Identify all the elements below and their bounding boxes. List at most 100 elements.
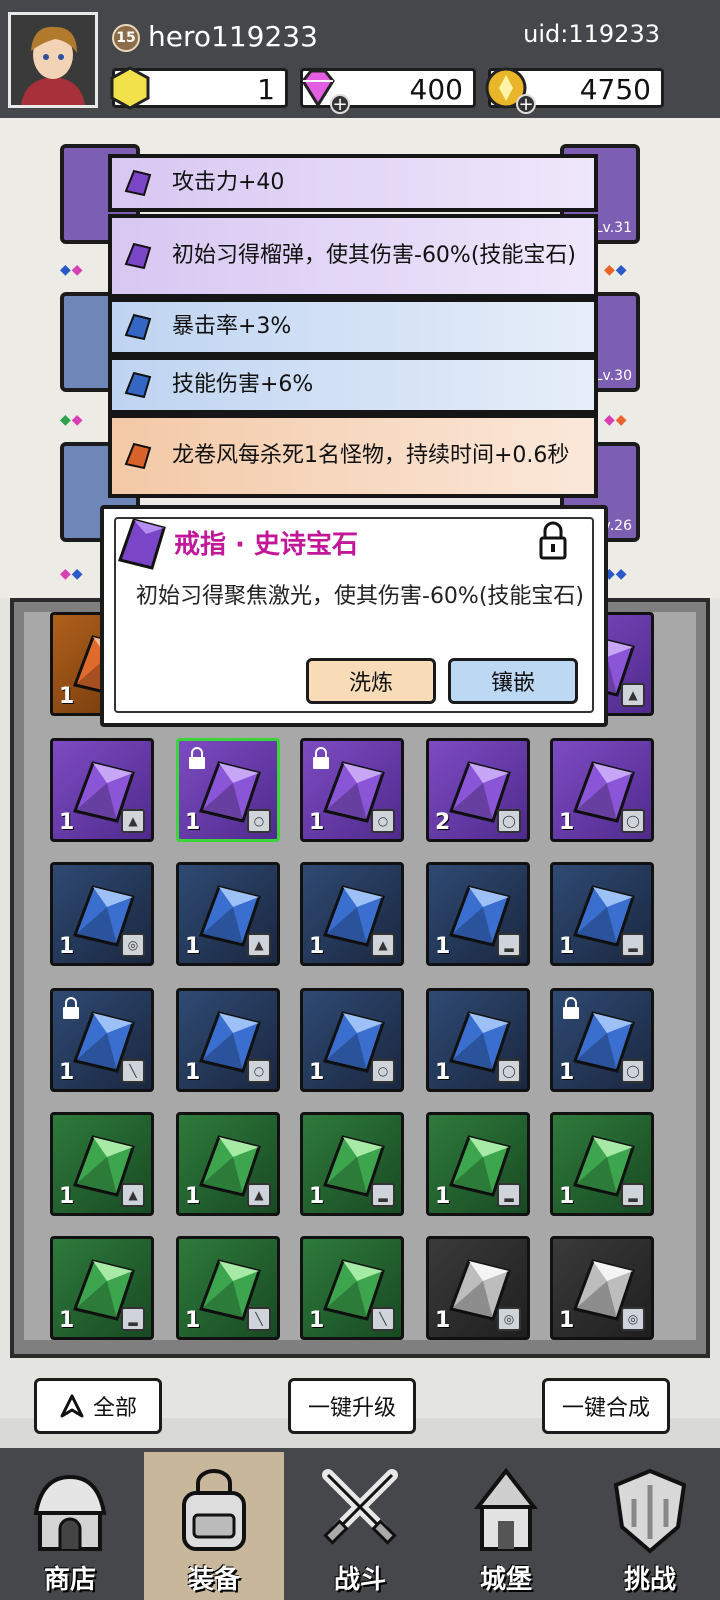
gem-cell[interactable]: 1 ▂ [426, 862, 530, 966]
gem-count: 1 [185, 1184, 201, 1209]
coin-counter: 4750 [485, 67, 664, 109]
coin-add-button[interactable]: + [516, 94, 536, 114]
shop-icon [33, 1474, 107, 1551]
coin-value: 4750 [579, 73, 651, 106]
gem-count: 1 [309, 1308, 325, 1333]
boots-slot-icon: ▂ [497, 933, 521, 957]
armor-slot-icon: ▲ [247, 933, 271, 957]
nav-label: 商店 [43, 1565, 96, 1595]
gem-count: 1 [309, 810, 325, 835]
gem-count: 1 [59, 1308, 75, 1333]
gem-value: 400 [409, 73, 463, 106]
stat-text: 攻击力+40 [172, 170, 285, 195]
gem-cell[interactable]: 1 ◎ [50, 862, 154, 966]
filter-arrow-icon [60, 1394, 84, 1418]
blue-gem-icon [124, 371, 152, 399]
gem-count: 1 [59, 1060, 75, 1085]
slot-level: Lv.31 [594, 220, 632, 236]
gem-cell[interactable]: 1 ▲ [300, 862, 404, 966]
nav-label: 城堡 [479, 1565, 532, 1595]
purple-gem-icon [118, 518, 166, 570]
shield-icon [613, 1468, 687, 1554]
bracer-slot-icon: ◎ [497, 1307, 521, 1331]
gem-count: 1 [309, 1060, 325, 1085]
inlay-button[interactable]: 镶嵌 [448, 658, 578, 704]
gem-cell[interactable]: 1 ╲ [176, 1236, 280, 1340]
gold-block-counter: 1 [110, 66, 288, 110]
uid-label: uid:119233 [523, 20, 660, 48]
nav-label: 战斗 [333, 1565, 386, 1595]
stat-text: 初始习得榴弹，使其伤害-60%(技能宝石) [172, 243, 577, 268]
gem-cell[interactable]: 1 ▂ [50, 1236, 154, 1340]
socket-diamonds: ◆◆ [604, 262, 628, 278]
nav-label: 装备 [187, 1565, 240, 1595]
stat-row: 攻击力+40 [108, 154, 598, 212]
gem-count: 1 [59, 810, 75, 835]
socket-diamonds: ◆◆ [60, 412, 84, 428]
gem-cell[interactable]: 1 ○ [300, 738, 404, 842]
gem-cell[interactable]: 1 ▂ [550, 1112, 654, 1216]
gem-count: 1 [59, 684, 75, 709]
popup-title: 戒指 · 史诗宝石 [174, 530, 358, 560]
lock-icon[interactable] [538, 520, 568, 562]
boots-slot-icon: ▂ [371, 1183, 395, 1207]
gem-cell[interactable]: 1 ▲ [50, 1112, 154, 1216]
nav-castle[interactable]: 城堡 [436, 1452, 576, 1600]
gem-cell[interactable]: 1 ▂ [300, 1112, 404, 1216]
gem-count: 1 [435, 1308, 451, 1333]
gem-cell[interactable]: 1 ◯ [550, 988, 654, 1092]
gem-count: 1 [185, 810, 201, 835]
weapon-slot-icon: ╲ [121, 1059, 145, 1083]
gem-cell[interactable]: 1 ◯ [426, 988, 530, 1092]
necklace-slot-icon: ◯ [497, 1059, 521, 1083]
gem-cell[interactable]: 1 ╲ [300, 1236, 404, 1340]
gem-cell[interactable]: 1 ▂ [550, 862, 654, 966]
gem-add-button[interactable]: + [330, 94, 350, 114]
weapon-slot-icon: ╲ [371, 1307, 395, 1331]
gem-cell[interactable]: 1 ╲ [50, 988, 154, 1092]
gem-count: 2 [435, 810, 451, 835]
lock-icon [63, 997, 79, 1019]
gem-cell[interactable]: 1 ▲ [176, 862, 280, 966]
nav-challenge[interactable]: 挑战 [580, 1452, 720, 1600]
stat-row: 暴击率+3% [108, 298, 598, 356]
gem-cell[interactable]: 1 ▂ [426, 1112, 530, 1216]
gem-cell[interactable]: 1 ▲ [176, 1112, 280, 1216]
gem-count: 1 [435, 1060, 451, 1085]
gem-cell[interactable]: 1 ○ [176, 988, 280, 1092]
armor-slot-icon: ▲ [121, 809, 145, 833]
gem-count: 1 [309, 934, 325, 959]
nav-equipment[interactable]: 装备 [144, 1452, 284, 1600]
backpack-icon [182, 1469, 246, 1551]
stat-text: 暴击率+3% [172, 314, 292, 339]
upgrade-all-button[interactable]: 一键升级 [288, 1378, 416, 1434]
gem-count: 1 [435, 1184, 451, 1209]
gem-cell[interactable]: 1 ○ [176, 738, 280, 842]
gem-cell[interactable]: 1 ▲ [50, 738, 154, 842]
refine-button[interactable]: 洗炼 [306, 658, 436, 704]
gem-cell[interactable]: 1 ◎ [550, 1236, 654, 1340]
stat-row: 初始习得榴弹，使其伤害-60%(技能宝石) [108, 214, 598, 298]
armor-slot-icon: ▲ [371, 933, 395, 957]
castle-icon [473, 1467, 539, 1551]
filter-all-button[interactable]: 全部 [34, 1378, 162, 1434]
nav-shop[interactable]: 商店 [0, 1452, 140, 1600]
filter-all-label: 全部 [92, 1396, 137, 1421]
stat-text: 龙卷风每杀死1名怪物，持续时间+0.6秒 [172, 443, 570, 468]
slot-level: Lv.30 [594, 368, 632, 384]
gem-cell[interactable]: 1 ◎ [426, 1236, 530, 1340]
orange-gem-icon [124, 442, 152, 470]
gem-cell[interactable]: 1 ◯ [550, 738, 654, 842]
gem-cell[interactable]: 2 ◯ [426, 738, 530, 842]
nav-battle[interactable]: 战斗 [290, 1452, 430, 1600]
ring-slot-icon: ○ [371, 809, 395, 833]
merge-all-button[interactable]: 一键合成 [542, 1378, 670, 1434]
blue-gem-icon [124, 313, 152, 341]
necklace-slot-icon: ◯ [497, 809, 521, 833]
gem-cell[interactable]: 1 ○ [300, 988, 404, 1092]
stat-text: 技能伤害+6% [172, 372, 314, 397]
avatar[interactable] [8, 12, 98, 108]
armor-slot-icon: ▲ [621, 683, 645, 707]
gem-counter: 400 [300, 68, 476, 108]
lock-icon [189, 747, 205, 769]
